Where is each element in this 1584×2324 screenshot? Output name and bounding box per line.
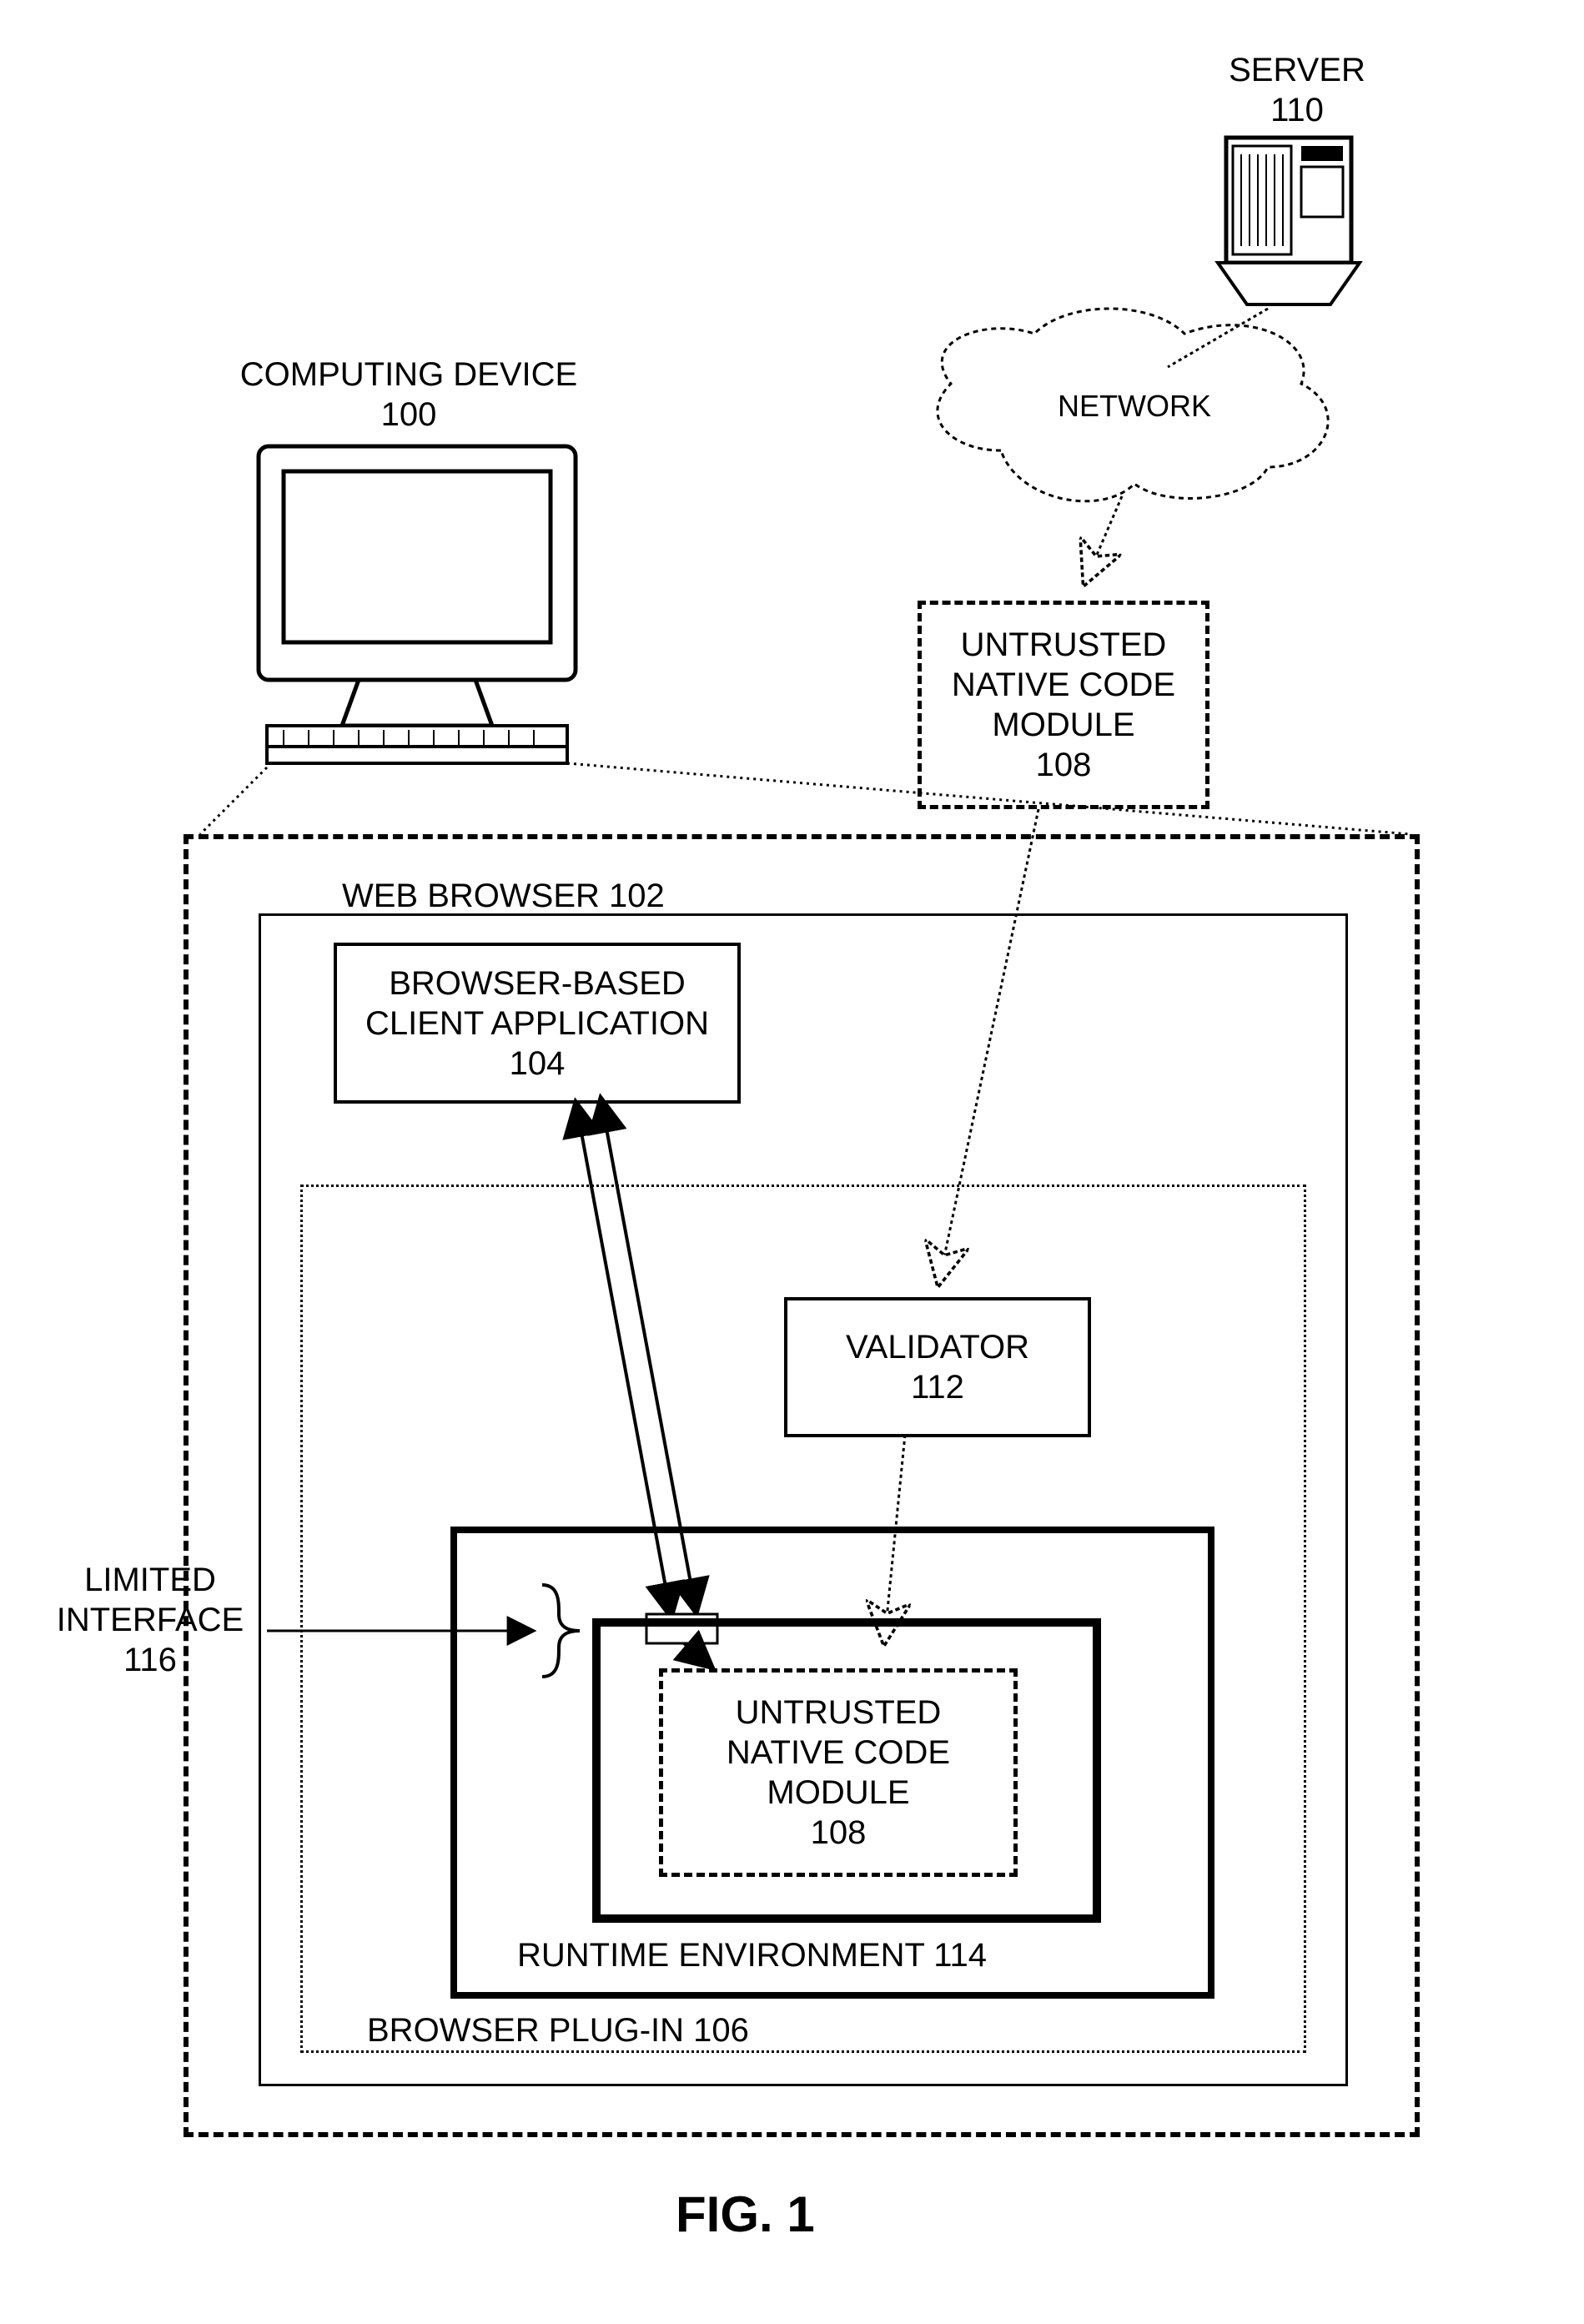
computer-icon — [259, 446, 576, 763]
untrusted-module-inner-l2: NATIVE CODE — [727, 1733, 950, 1773]
client-app-l1: BROWSER-BASED — [389, 963, 686, 1004]
projection-line-left — [200, 767, 267, 834]
untrusted-module-inner-l3: MODULE — [767, 1773, 909, 1813]
computing-device-title: COMPUTING DEVICE — [217, 355, 601, 395]
web-browser-label: WEB BROWSER 102 — [342, 876, 665, 916]
runtime-env-label: RUNTIME ENVIRONMENT 114 — [517, 1935, 987, 1975]
server-icon — [1218, 138, 1360, 304]
untrusted-module-inner-box: UNTRUSTED NATIVE CODE MODULE 108 — [659, 1668, 1018, 1877]
server-title: SERVER — [1193, 50, 1401, 90]
untrusted-module-top-l1: UNTRUSTED — [961, 625, 1167, 665]
untrusted-module-top-l2: NATIVE CODE — [952, 665, 1175, 705]
client-app-box: BROWSER-BASED CLIENT APPLICATION 104 — [334, 943, 741, 1104]
client-app-num: 104 — [510, 1044, 566, 1084]
arrow-server-to-network — [1168, 309, 1268, 367]
validator-num: 112 — [911, 1367, 964, 1407]
computing-device-num: 100 — [217, 395, 601, 435]
untrusted-module-inner-l1: UNTRUSTED — [736, 1693, 942, 1733]
server-label: SERVER 110 — [1193, 50, 1401, 130]
browser-plugin-label: BROWSER PLUG-IN 106 — [367, 2010, 749, 2050]
diagram-page: COMPUTING DEVICE 100 SERVER 110 LIMITED … — [0, 0, 1584, 2324]
untrusted-module-top-l3: MODULE — [992, 705, 1134, 745]
validator-box: VALIDATOR 112 — [784, 1297, 1091, 1437]
arrow-network-to-module — [1084, 496, 1122, 584]
computing-device-label: COMPUTING DEVICE 100 — [217, 355, 601, 435]
untrusted-module-top-num: 108 — [1036, 745, 1092, 785]
figure-label: FIG. 1 — [676, 2186, 815, 2243]
server-num: 110 — [1193, 90, 1401, 130]
untrusted-module-inner-num: 108 — [811, 1813, 867, 1853]
untrusted-module-top-box: UNTRUSTED NATIVE CODE MODULE 108 — [918, 601, 1209, 809]
validator-title: VALIDATOR — [846, 1327, 1029, 1367]
network-label: NETWORK — [1030, 388, 1239, 424]
client-app-l2: CLIENT APPLICATION — [365, 1004, 709, 1044]
